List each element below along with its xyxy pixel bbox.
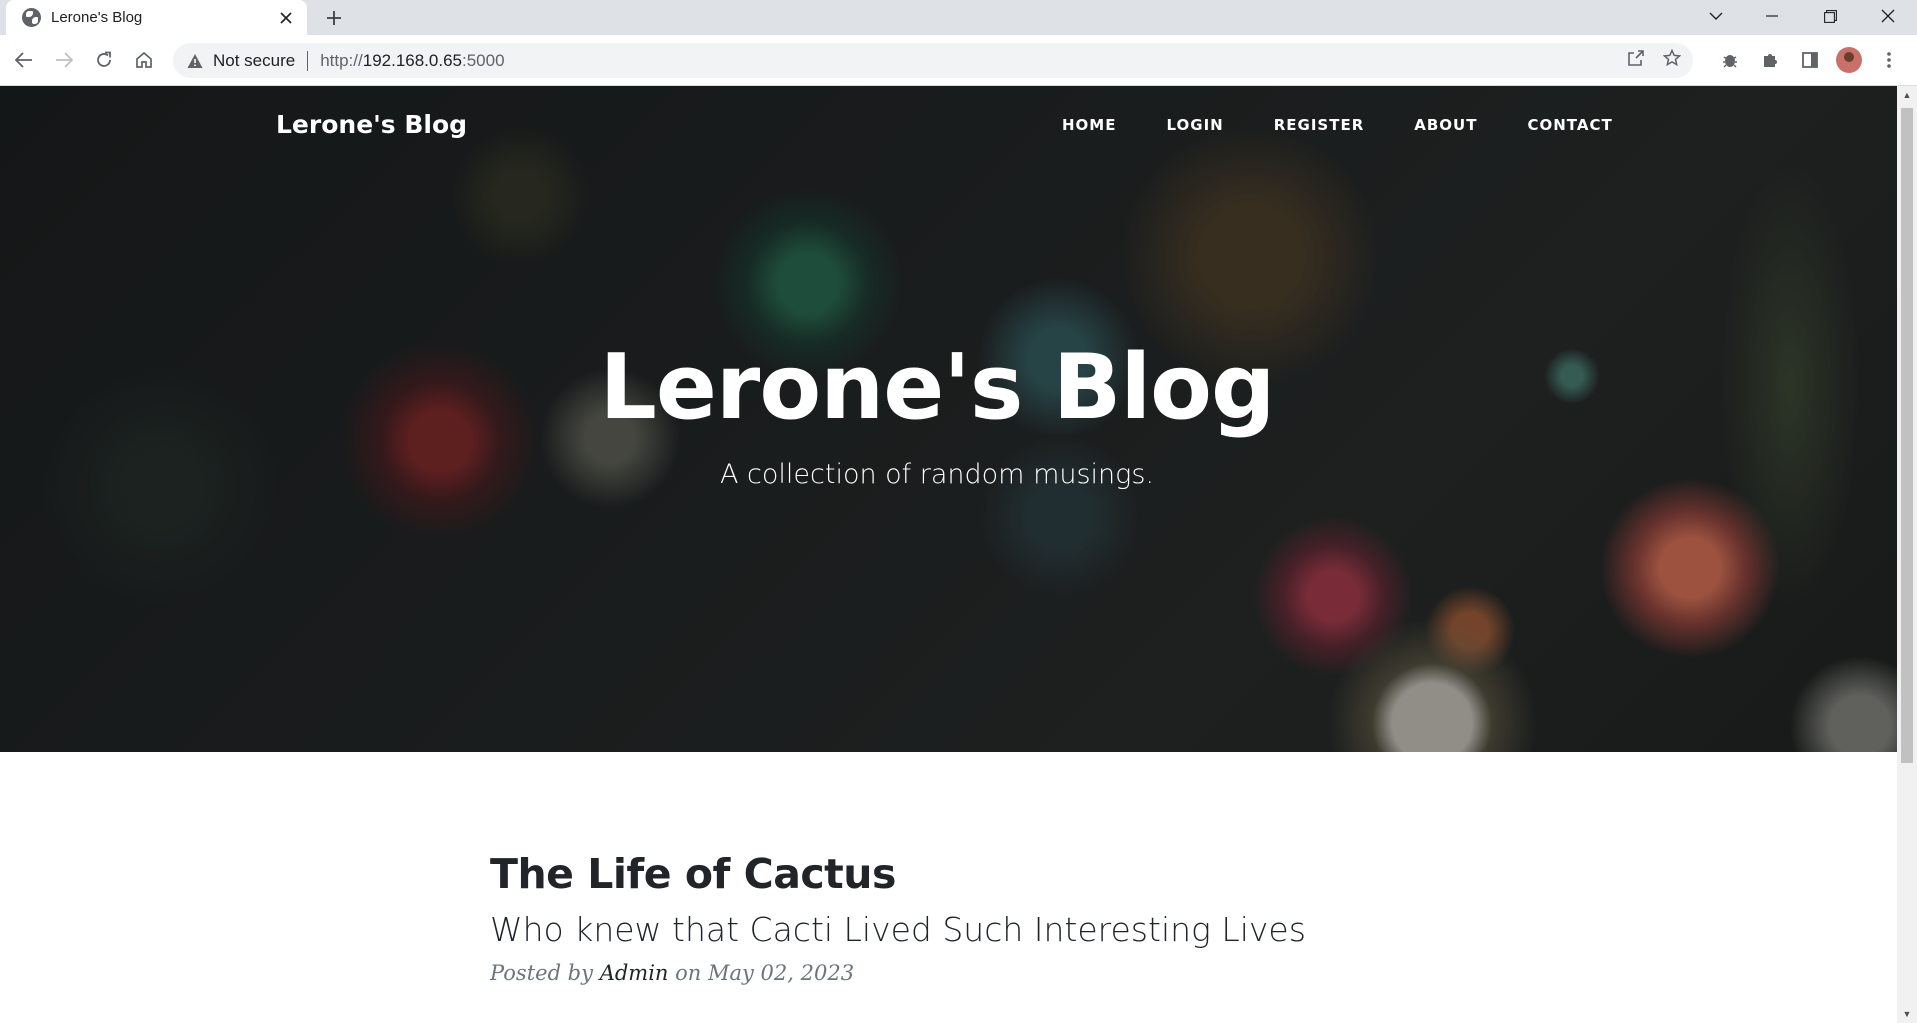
minimize-button[interactable] bbox=[1749, 0, 1795, 32]
address-bar[interactable]: Not secure http:// 192.168.0.65 :5000 bbox=[173, 43, 1693, 78]
home-icon[interactable] bbox=[129, 45, 159, 75]
url-host: 192.168.0.65 bbox=[362, 50, 462, 70]
site-subtitle: A collection of random musings. bbox=[719, 459, 1155, 490]
security-indicator[interactable]: Not secure bbox=[187, 51, 295, 71]
forward-arrow-icon[interactable] bbox=[49, 45, 79, 75]
close-window-button[interactable] bbox=[1865, 0, 1911, 32]
share-icon[interactable] bbox=[1627, 49, 1645, 72]
post-meta: Posted by Admin on May 02, 2023 bbox=[490, 961, 1490, 985]
main-navbar: Lerone's Blog HOME LOGIN REGISTER ABOUT … bbox=[0, 86, 1897, 174]
nav-register[interactable]: REGISTER bbox=[1274, 116, 1365, 134]
security-label: Not secure bbox=[213, 50, 296, 70]
nav-contact[interactable]: CONTACT bbox=[1527, 116, 1612, 134]
post-date: May 02, 2023 bbox=[708, 961, 855, 985]
browser-toolbar: Not secure http:// 192.168.0.65 :5000 bbox=[0, 35, 1917, 86]
navbar-brand[interactable]: Lerone's Blog bbox=[276, 110, 467, 139]
close-tab-icon[interactable] bbox=[275, 7, 297, 29]
extension-bug-icon[interactable] bbox=[1715, 45, 1745, 75]
site-title: Lerone's Blog bbox=[599, 335, 1276, 440]
nav-home[interactable]: HOME bbox=[1062, 116, 1116, 134]
scroll-down-icon[interactable]: ▼ bbox=[1897, 1005, 1917, 1023]
extensions-puzzle-icon[interactable] bbox=[1755, 45, 1785, 75]
post-title[interactable]: The Life of Cactus bbox=[490, 850, 1490, 898]
reload-icon[interactable] bbox=[89, 45, 119, 75]
url-port: :5000 bbox=[462, 50, 505, 70]
url-scheme: http:// bbox=[320, 50, 363, 70]
warning-icon bbox=[187, 53, 203, 68]
masthead-hero: Lerone's Blog HOME LOGIN REGISTER ABOUT … bbox=[0, 86, 1897, 752]
restore-button[interactable] bbox=[1807, 0, 1853, 32]
tab-search-chevron-icon[interactable] bbox=[1693, 0, 1739, 32]
back-arrow-icon[interactable] bbox=[9, 45, 39, 75]
post-author-link[interactable]: Admin bbox=[600, 961, 669, 985]
tab-title: Lerone's Blog bbox=[51, 9, 143, 26]
profile-avatar[interactable] bbox=[1836, 47, 1862, 73]
nav-about[interactable]: ABOUT bbox=[1414, 116, 1477, 134]
menu-kebab-icon[interactable] bbox=[1874, 45, 1904, 75]
bookmark-star-icon[interactable] bbox=[1662, 48, 1682, 72]
page-viewport: Lerone's Blog HOME LOGIN REGISTER ABOUT … bbox=[0, 86, 1897, 1023]
globe-icon bbox=[22, 8, 41, 27]
scroll-up-icon[interactable]: ▲ bbox=[1897, 86, 1917, 104]
nav-links: HOME LOGIN REGISTER ABOUT CONTACT bbox=[1062, 116, 1663, 134]
scroll-thumb[interactable] bbox=[1901, 108, 1913, 763]
new-tab-button[interactable] bbox=[320, 4, 348, 32]
site-heading: Lerone's Blog A collection of random mus… bbox=[0, 338, 1874, 490]
post-preview[interactable]: The Life of Cactus Who knew that Cacti L… bbox=[490, 850, 1490, 985]
nav-login[interactable]: LOGIN bbox=[1166, 116, 1223, 134]
page-scrollbar[interactable]: ▲ ▼ bbox=[1897, 86, 1917, 1023]
address-separator bbox=[307, 50, 309, 71]
post-subtitle[interactable]: Who knew that Cacti Lived Such Interesti… bbox=[490, 910, 1490, 949]
tab-strip: Lerone's Blog bbox=[0, 0, 1917, 35]
post-meta-on: on bbox=[675, 961, 702, 985]
post-meta-prefix: Posted by bbox=[490, 961, 593, 985]
browser-tab[interactable]: Lerone's Blog bbox=[6, 0, 307, 35]
side-panel-icon[interactable] bbox=[1795, 45, 1825, 75]
